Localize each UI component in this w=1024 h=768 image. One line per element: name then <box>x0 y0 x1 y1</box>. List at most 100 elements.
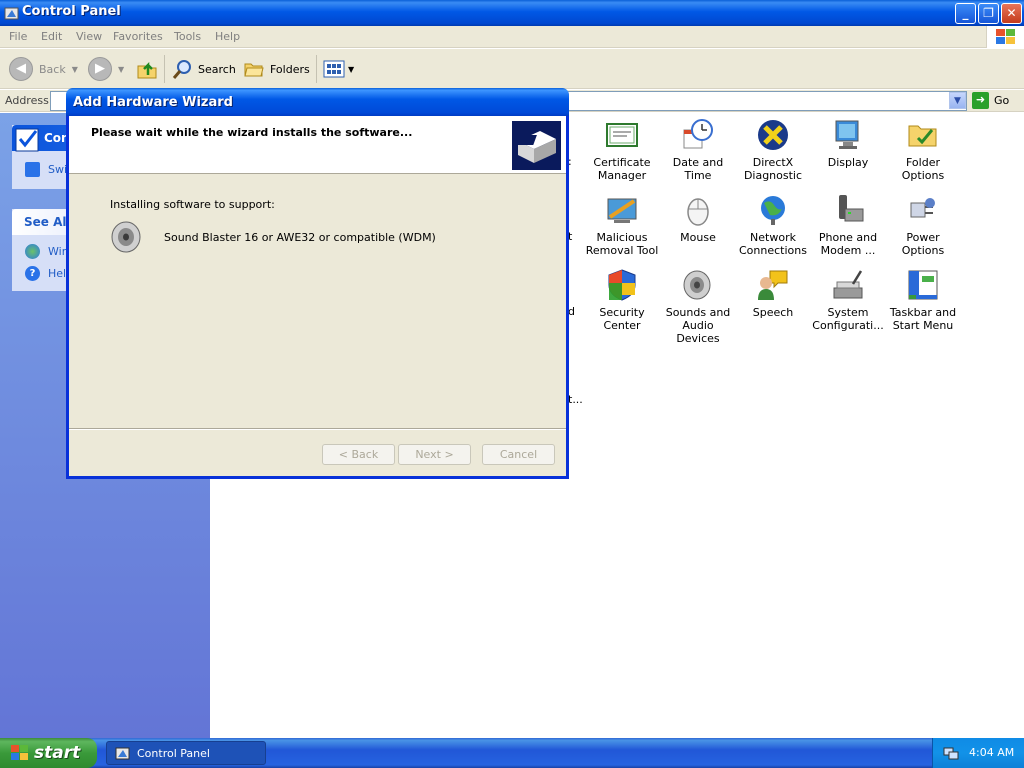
go-button[interactable]: ➜ Go <box>972 92 1009 109</box>
item-label: Date and Time <box>672 156 724 182</box>
start-label: start <box>34 743 81 763</box>
switch-view-label: Swi <box>48 163 68 176</box>
up-folder-button[interactable] <box>136 55 158 83</box>
go-label: Go <box>994 94 1010 107</box>
back-dropdown-icon[interactable]: ▼ <box>72 65 78 74</box>
phone-modem-icon <box>839 195 864 222</box>
search-icon <box>172 60 191 79</box>
item-label: DirectX <box>752 156 794 169</box>
forward-dropdown-icon[interactable]: ▼ <box>118 65 124 74</box>
control-panel-icon <box>4 7 19 20</box>
taskbar: start Control Panel 4:04 AM <box>0 738 1024 768</box>
wizard-back-button[interactable]: < Back <box>322 444 395 465</box>
views-icon <box>323 60 345 78</box>
toolbar-separator <box>316 55 317 83</box>
go-arrow-icon: ➜ <box>972 92 989 109</box>
taskbar-button-control-panel[interactable]: Control Panel <box>106 741 266 765</box>
control-panel-header-icon <box>15 128 39 152</box>
system-tray: 4:04 AM <box>932 738 1024 768</box>
views-button[interactable]: ▼ <box>323 55 354 83</box>
security-center-item[interactable]: Security Center <box>584 268 660 332</box>
folders-icon <box>244 63 264 77</box>
display-icon <box>835 120 859 149</box>
phone-modem-item[interactable]: Phone and Modem ... <box>810 193 886 257</box>
forward-button[interactable]: ▶ ▼ <box>88 55 124 83</box>
wizard-header: Please wait while the wizard installs th… <box>69 116 566 174</box>
partial-label: t... <box>568 393 583 406</box>
item-label: Connections <box>739 244 807 257</box>
certificate-icon <box>606 123 638 147</box>
item-label: Configurati... <box>812 319 884 332</box>
malicious-removal-icon <box>607 198 637 223</box>
item-label: Removal Tool <box>585 244 659 257</box>
mouse-item[interactable]: Mouse <box>660 193 736 244</box>
power-options-icon <box>910 198 935 218</box>
wizard-cancel-button[interactable]: Cancel <box>482 444 555 465</box>
wizard-heading: Please wait while the wizard installs th… <box>91 126 413 139</box>
certificate-manager-item[interactable]: Certificate Manager <box>584 118 660 182</box>
item-label: Folder Options <box>901 156 945 182</box>
menu-help[interactable]: Help <box>215 30 240 43</box>
folders-button[interactable]: Folders <box>243 55 310 83</box>
item-label: Power Options <box>901 231 945 257</box>
installing-label: Installing software to support: <box>110 198 275 211</box>
clock[interactable]: 4:04 AM <box>969 746 1014 759</box>
back-arrow-icon: ◀ <box>9 57 33 81</box>
wizard-separator <box>69 428 566 430</box>
wizard-next-button[interactable]: Next > <box>398 444 471 465</box>
address-label: Address <box>5 94 49 107</box>
network-icon <box>761 196 785 225</box>
views-dropdown-icon[interactable]: ▼ <box>348 65 354 74</box>
windows-update-icon <box>25 244 40 259</box>
up-folder-icon <box>137 61 157 79</box>
menu-favorites[interactable]: Favorites <box>113 30 163 43</box>
item-label: Modem ... <box>820 244 876 257</box>
folders-label: Folders <box>270 62 310 76</box>
maximize-button[interactable]: ❐ <box>978 3 999 24</box>
speech-item[interactable]: Speech <box>735 268 811 319</box>
item-label: Diagnostic <box>743 169 803 182</box>
mouse-icon <box>687 198 709 226</box>
malicious-removal-tool-item[interactable]: Malicious Removal Tool <box>584 193 660 257</box>
menu-tools[interactable]: Tools <box>174 30 201 43</box>
tray-network-icon[interactable] <box>943 745 959 761</box>
menu-file[interactable]: File <box>9 30 27 43</box>
menu-edit[interactable]: Edit <box>41 30 62 43</box>
search-button[interactable]: Search <box>171 55 236 83</box>
partial-label: d <box>568 305 575 318</box>
wizard-titlebar[interactable]: Add Hardware Wizard <box>66 88 569 116</box>
directx-icon <box>758 120 788 150</box>
display-item[interactable]: Display <box>810 118 886 169</box>
directx-diagnostic-item[interactable]: DirectX Diagnostic <box>735 118 811 182</box>
folder-options-item[interactable]: Folder Options <box>885 118 961 182</box>
address-dropdown-icon[interactable]: ▼ <box>949 92 966 109</box>
control-panel-taskbar-icon <box>115 747 130 760</box>
taskbar-start-menu-item[interactable]: Taskbar and Start Menu <box>885 268 961 332</box>
taskbar-icon <box>908 270 938 300</box>
system-configuration-item[interactable]: System Configurati... <box>810 268 886 332</box>
power-options-item[interactable]: Power Options <box>885 193 961 257</box>
windows-logo-icon <box>986 26 1024 48</box>
item-label: Sounds and <box>665 306 731 319</box>
menubar: File Edit View Favorites Tools Help <box>0 26 1024 48</box>
switch-view-icon <box>25 162 40 177</box>
item-label: Mouse <box>680 231 716 244</box>
start-button[interactable]: start <box>0 738 97 768</box>
menu-view[interactable]: View <box>76 30 102 43</box>
back-label: Back <box>39 62 66 76</box>
back-button[interactable]: ◀ Back ▼ <box>9 55 78 83</box>
sounds-icon <box>683 270 711 300</box>
window-titlebar[interactable]: Control Panel _ ❐ ✕ <box>0 0 1024 26</box>
item-label: Center <box>603 319 641 332</box>
close-button[interactable]: ✕ <box>1001 3 1022 24</box>
item-label: Audio Devices <box>676 319 720 345</box>
item-label: Display <box>827 156 869 169</box>
minimize-button[interactable]: _ <box>955 3 976 24</box>
system-config-icon <box>833 270 863 299</box>
date-time-item[interactable]: Date and Time <box>660 118 736 182</box>
item-label: Taskbar and <box>889 306 957 319</box>
speaker-icon <box>111 221 141 253</box>
network-connections-item[interactable]: Network Connections <box>735 193 811 257</box>
sounds-audio-devices-item[interactable]: Sounds and Audio Devices <box>660 268 736 345</box>
forward-arrow-icon: ▶ <box>88 57 112 81</box>
